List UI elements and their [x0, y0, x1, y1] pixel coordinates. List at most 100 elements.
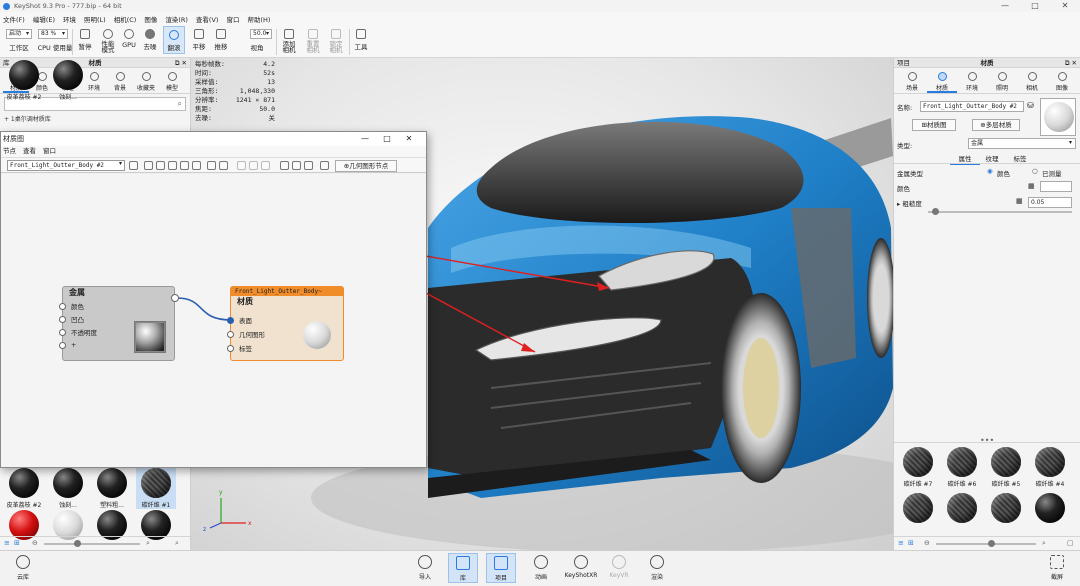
material-node[interactable]: Front_Light_Outter_Body~ 材质 表面 几何图形 标签 — [227, 286, 344, 361]
material-graph-button[interactable]: ⊞材质图 — [912, 119, 956, 131]
workspace-select[interactable]: 启动 — [6, 29, 32, 39]
node-port-add[interactable]: + — [59, 340, 76, 350]
material-name-input[interactable]: Front_Light_Outter_Body #2 — [920, 101, 1024, 112]
node-graph-canvas[interactable]: 金属 颜色 凹凸 不透明度 + Front_Light_Outter_Body~… — [1, 174, 426, 467]
preview-icon[interactable] — [304, 161, 313, 170]
reset-camera-button[interactable]: 重置 相机 — [303, 26, 323, 53]
library-button[interactable]: 库 — [448, 553, 478, 583]
chevron-down-icon[interactable]: ▾ — [119, 160, 122, 167]
graph-maximize-button[interactable]: □ — [376, 132, 398, 146]
tab-backplates[interactable]: 背景 — [107, 68, 133, 93]
paste-icon[interactable] — [219, 161, 228, 170]
tab-scene[interactable]: 场景 — [897, 68, 927, 93]
lock-camera-button[interactable]: 锁定 相机 — [326, 26, 346, 53]
material-thumb[interactable] — [986, 491, 1026, 527]
material-thumb[interactable] — [1030, 491, 1070, 527]
cloud-library-button[interactable]: 云库 — [8, 553, 38, 581]
material-type-select[interactable]: 金属 — [968, 138, 1076, 149]
material-thumb[interactable]: 碳纤维 #5 — [986, 445, 1026, 488]
grid-view-icon[interactable]: ⊞ — [908, 539, 914, 547]
subtab-textures[interactable]: 纹理 — [982, 153, 1002, 163]
tab-material[interactable]: 材质 — [927, 68, 957, 93]
panel-float-close-icon[interactable]: ⧉ ✕ — [1065, 58, 1077, 68]
align-icon[interactable] — [180, 161, 189, 170]
roughness-slider[interactable] — [928, 208, 1072, 215]
dolly-button[interactable]: 推移 — [211, 26, 231, 51]
menu-edit[interactable]: 编辑(E) — [33, 14, 55, 24]
keyshotxr-button[interactable]: KeyShotXR — [564, 553, 598, 579]
arrange-icon[interactable] — [249, 161, 258, 170]
grid-view-icon[interactable]: ⊞ — [14, 539, 20, 547]
material-ball-icon[interactable] — [144, 161, 153, 170]
material-thumb-selected[interactable]: 碳纤维 #1 — [136, 466, 176, 509]
animation-button[interactable]: 动画 — [526, 553, 556, 581]
tab-models[interactable]: 模型 — [159, 68, 185, 93]
menu-help[interactable]: 帮助(H) — [247, 14, 270, 24]
material-thumb[interactable]: 碳纤维 #4 — [1030, 445, 1070, 488]
metal-node[interactable]: 金属 颜色 凹凸 不透明度 + — [59, 286, 179, 361]
color-swatch[interactable] — [1040, 181, 1072, 192]
zoom-out-icon[interactable]: ⊖ — [924, 539, 930, 547]
material-name-dropdown[interactable]: Front_Light_Outter_Body #2 — [7, 160, 125, 171]
fit-view-icon[interactable] — [292, 161, 301, 170]
search-icon[interactable]: ⌕ — [146, 539, 150, 548]
node-port-bump[interactable]: 凹凸 — [59, 314, 84, 324]
material-thumb[interactable]: 蚀刻... — [48, 466, 88, 509]
list-view-icon[interactable]: ≡ — [898, 539, 904, 547]
material-thumb[interactable]: 皮革荔枝 #2 — [4, 466, 44, 509]
keyvr-button[interactable]: KeyVR — [604, 553, 634, 579]
node-port-color[interactable]: 颜色 — [59, 301, 84, 311]
node-port-geometry[interactable]: 几何图形 — [227, 329, 265, 339]
arrange-icon[interactable] — [237, 161, 246, 170]
menu-environment[interactable]: 环境 — [63, 14, 76, 24]
close-button[interactable]: ✕ — [1050, 0, 1080, 12]
menu-window[interactable]: 窗口 — [226, 14, 239, 24]
material-thumb[interactable]: 碳纤维 #6 — [942, 445, 982, 488]
chevron-down-icon[interactable]: ▾ — [1069, 139, 1072, 146]
texture-map-icon[interactable]: ▦ — [1016, 197, 1023, 205]
library-tree-item[interactable]: + 1桌尔调材质库 — [4, 114, 186, 123]
radio-color[interactable]: ◉ — [987, 167, 993, 175]
pause-button[interactable]: 暂停 — [75, 26, 95, 51]
tab-image[interactable]: 图像 — [1047, 68, 1077, 93]
filter-icon[interactable]: ⌕ — [175, 539, 179, 548]
layout-icon[interactable] — [280, 161, 289, 170]
subtab-labels[interactable]: 标签 — [1010, 153, 1030, 163]
menu-image[interactable]: 图像 — [144, 14, 157, 24]
add-camera-button[interactable]: 添加 相机 — [279, 26, 299, 53]
graph-close-button[interactable]: ✕ — [398, 132, 420, 146]
graph-menu-view[interactable]: 查看 — [23, 146, 36, 157]
node-port-label[interactable]: 标签 — [227, 343, 252, 353]
screenshot-button[interactable]: 截屏 — [1042, 553, 1072, 581]
warning-icon[interactable] — [192, 161, 201, 170]
zoom-out-icon[interactable]: ⊖ — [32, 539, 38, 547]
material-preview-thumb[interactable] — [1040, 98, 1076, 136]
panel-float-close-icon[interactable]: ⧉ ✕ — [175, 58, 187, 68]
tools-button[interactable]: 工具 — [352, 26, 370, 51]
geometry-node-button[interactable]: ⊕几何图形节点 — [335, 160, 397, 172]
thumbnail-size-slider[interactable] — [936, 540, 1036, 547]
radio-measured[interactable]: ○ — [1032, 167, 1038, 175]
delete-icon[interactable]: ▢ — [1067, 539, 1074, 547]
gpu-button[interactable]: GPU — [120, 26, 138, 49]
material-thumb[interactable] — [942, 491, 982, 527]
cpu-usage-select[interactable]: 83 % — [38, 29, 68, 39]
fov-input[interactable]: 50.0 — [250, 29, 272, 39]
performance-mode-button[interactable]: 性能 模式 — [97, 26, 119, 53]
tab-lighting[interactable]: 照明 — [987, 68, 1017, 93]
project-button[interactable]: 项目 — [486, 553, 516, 583]
graph-menu-window[interactable]: 窗口 — [43, 146, 56, 157]
target-icon[interactable] — [168, 161, 177, 170]
save-icon[interactable] — [129, 161, 138, 170]
render-button[interactable]: 渲染 — [642, 553, 672, 581]
tab-camera[interactable]: 相机 — [1017, 68, 1047, 93]
arrange-icon[interactable] — [261, 161, 270, 170]
material-thumb[interactable]: 碳纤维 #7 — [898, 445, 938, 488]
material-thumb[interactable] — [898, 491, 938, 527]
texture-map-icon[interactable]: ▦ — [1028, 182, 1035, 190]
tab-favorites[interactable]: 收藏夹 — [133, 68, 159, 93]
pan-button[interactable]: 平移 — [189, 26, 209, 51]
multi-layer-button[interactable]: ⊕多层材质 — [972, 119, 1020, 131]
material-thumb[interactable]: 蚀刻... — [48, 58, 88, 101]
tab-environment[interactable]: 环境 — [957, 68, 987, 93]
